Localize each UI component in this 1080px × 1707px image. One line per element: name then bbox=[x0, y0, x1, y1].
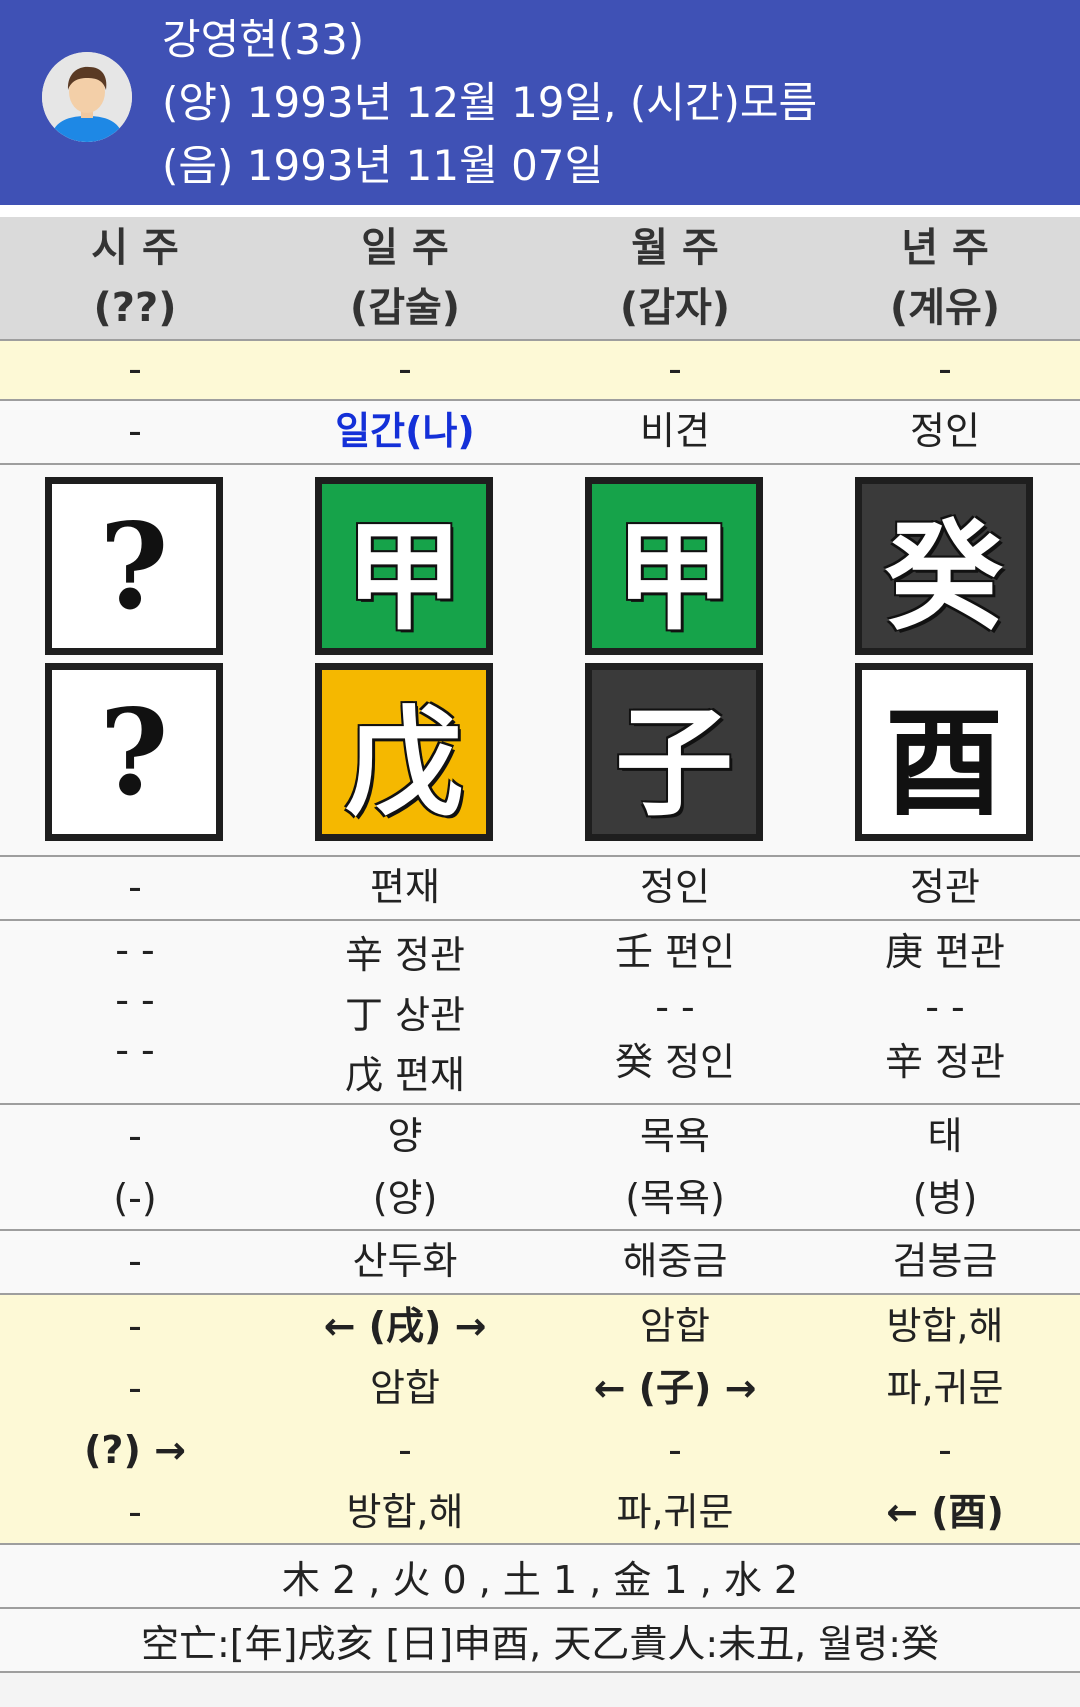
branch-tengod-cell: 편재 bbox=[370, 865, 440, 910]
hidden-stems-day: 辛 정관 丁 상관 戊 편재 bbox=[345, 933, 465, 1097]
relations-year: 방합,해 파,귀문 - ← (酉) bbox=[886, 1304, 1004, 1534]
pillar-header-month: 월 주 (갑자) bbox=[619, 225, 731, 331]
stem-box-day: 甲 bbox=[315, 477, 493, 655]
stem-tengod-cell: 비견 bbox=[640, 409, 710, 454]
pillar-character-grid: ? 甲 甲 癸 ? 戊 子 酉 bbox=[0, 465, 1080, 857]
stem-box-month: 甲 bbox=[585, 477, 763, 655]
napeum-cell: 산두화 bbox=[352, 1239, 458, 1284]
twelve-stages-row: - (-) 양 (양) 목욕 (목욕) 태 (병) bbox=[0, 1105, 1080, 1231]
stem-tengod-cell: - bbox=[128, 409, 142, 454]
pillar-header-hour: 시 주 (??) bbox=[91, 225, 179, 331]
hidden-stems-hour: - - - - - - bbox=[115, 928, 155, 1072]
branch-box-hour: ? bbox=[45, 663, 223, 841]
profile-header: 강영현(33) (양) 1993년 12월 19일, (시간)모름 (음) 19… bbox=[0, 0, 1080, 205]
extra-info-row: 空亡:[年]戌亥 [日]申酉, 天乙貴人:未丑, 월령:癸 bbox=[0, 1609, 1080, 1673]
pillar-header-row: 시 주 (??) 일 주 (갑술) 월 주 (갑자) 년 주 (계유) bbox=[0, 217, 1080, 341]
dash-cell: - bbox=[398, 347, 412, 392]
stage-hour: - (-) bbox=[113, 1114, 157, 1220]
day-master-label: 일간(나) bbox=[335, 409, 475, 454]
lunar-birth-date: (음) 1993년 11월 07일 bbox=[162, 141, 604, 190]
hidden-stems-year: 庚 편관 - - 辛 정관 bbox=[885, 930, 1005, 1084]
stem-tengod-row: - 일간(나) 비견 정인 bbox=[0, 401, 1080, 465]
stem-box-hour: ? bbox=[45, 477, 223, 655]
branch-box-month: 子 bbox=[585, 663, 763, 841]
relations-day: ← (戌) → 암합 - 방합,해 bbox=[323, 1304, 487, 1534]
branch-tengod-cell: - bbox=[128, 865, 142, 910]
stem-tengod-cell: 정인 bbox=[910, 409, 980, 454]
five-elements-row: 木 2 , 火 0 , 土 1 , 金 1 , 水 2 bbox=[0, 1545, 1080, 1609]
dash-row: - - - - bbox=[0, 341, 1080, 401]
pillar-header-year: 년 주 (계유) bbox=[889, 225, 1001, 331]
person-avatar-icon bbox=[42, 52, 132, 142]
stem-box-year: 癸 bbox=[855, 477, 1033, 655]
branch-box-day: 戊 bbox=[315, 663, 493, 841]
gongmang-info: 空亡:[年]戌亥 [日]申酉, 天乙貴人:未丑, 월령:癸 bbox=[140, 1621, 940, 1666]
napeum-cell: 해중금 bbox=[622, 1239, 728, 1284]
name-age: 강영현(33) bbox=[162, 15, 365, 64]
relations-hour: - - (?) → - bbox=[84, 1304, 186, 1534]
branch-tengod-cell: 정인 bbox=[640, 865, 710, 910]
branch-tengod-cell: 정관 bbox=[910, 865, 980, 910]
hidden-stems-month: 壬 편인 - - 癸 정인 bbox=[615, 930, 735, 1084]
dash-cell: - bbox=[668, 347, 682, 392]
dash-cell: - bbox=[938, 347, 952, 392]
stage-day: 양 (양) bbox=[372, 1114, 438, 1220]
branch-tengod-row: - 편재 정인 정관 bbox=[0, 857, 1080, 921]
pillar-header-day: 일 주 (갑술) bbox=[349, 225, 461, 331]
relations-month: 암합 ← (子) → - 파,귀문 bbox=[593, 1304, 757, 1534]
relations-row: - - (?) → - ← (戌) → 암합 - 방합,해 암합 ← (子) →… bbox=[0, 1295, 1080, 1545]
solar-birth-date: (양) 1993년 12월 19일, (시간)모름 bbox=[162, 78, 818, 127]
dash-cell: - bbox=[128, 347, 142, 392]
stage-year: 태 (병) bbox=[912, 1114, 978, 1220]
napeum-cell: 검봉금 bbox=[892, 1239, 998, 1284]
stage-month: 목욕 (목욕) bbox=[625, 1114, 725, 1220]
napeum-cell: - bbox=[128, 1239, 142, 1284]
hidden-stems-row: - - - - - - 辛 정관 丁 상관 戊 편재 壬 편인 - - 癸 정인… bbox=[0, 921, 1080, 1105]
five-elements-summary: 木 2 , 火 0 , 土 1 , 金 1 , 水 2 bbox=[281, 1557, 799, 1602]
branch-box-year: 酉 bbox=[855, 663, 1033, 841]
napeum-row: - 산두화 해중금 검봉금 bbox=[0, 1231, 1080, 1295]
header-divider bbox=[0, 205, 1080, 217]
avatar bbox=[42, 52, 132, 142]
